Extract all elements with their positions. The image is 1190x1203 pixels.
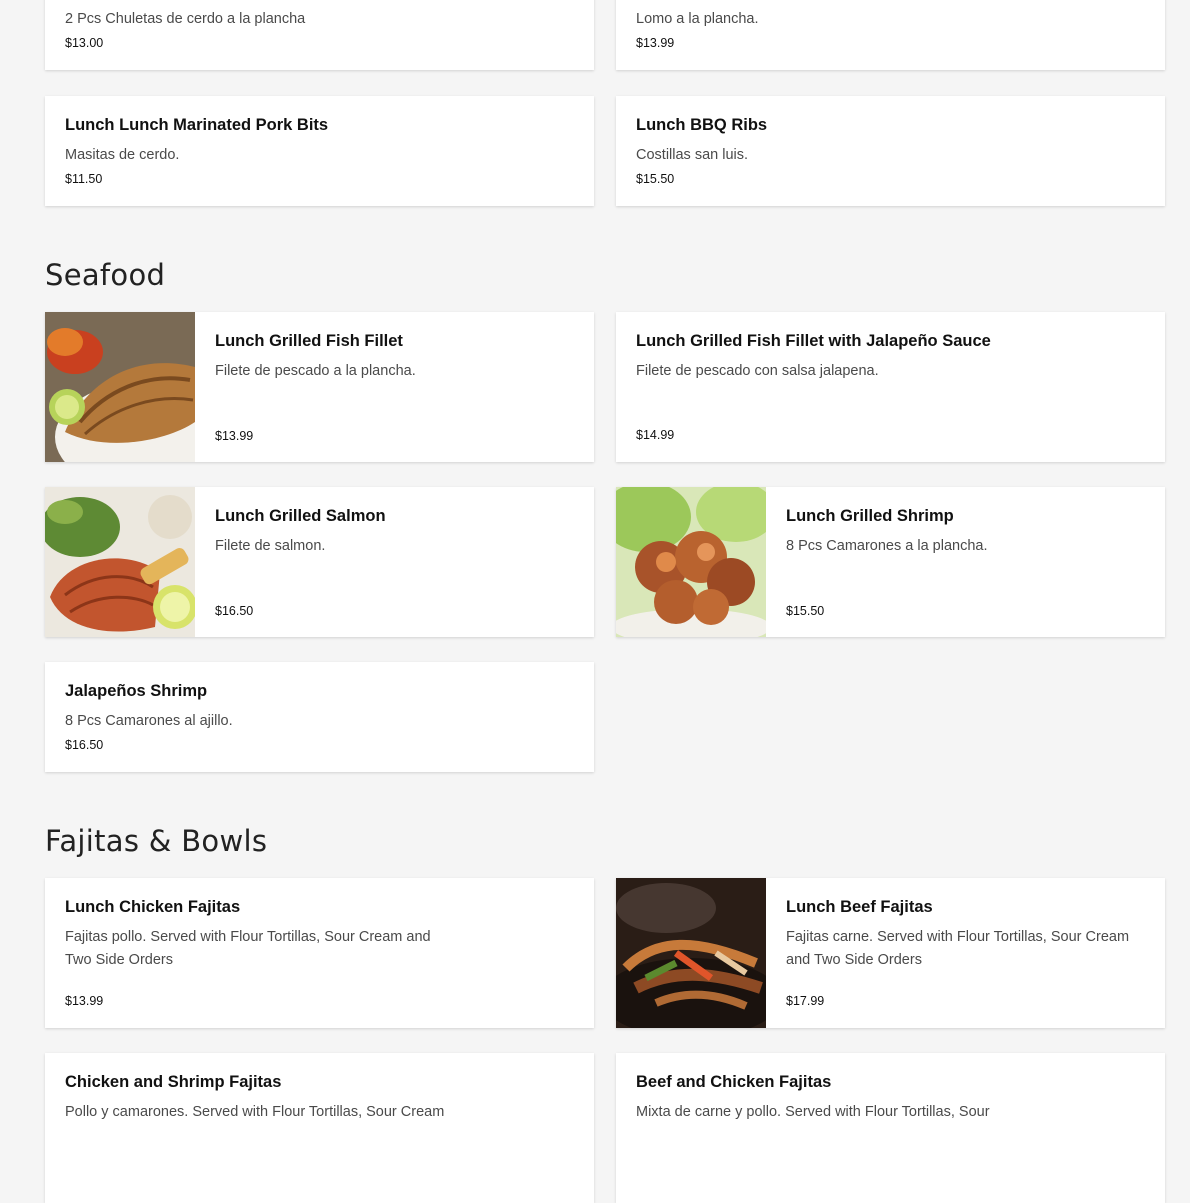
- menu-item-card[interactable]: Beef and Chicken Fajitas Mixta de carne …: [616, 1053, 1165, 1203]
- item-description: 2 Pcs Chuletas de cerdo a la plancha: [65, 11, 306, 27]
- item-price: $13.00: [65, 36, 104, 50]
- grilled-shrimp-photo: [616, 487, 766, 637]
- item-price: $14.99: [636, 428, 675, 442]
- item-description: Fajitas pollo. Served with Flour Tortill…: [65, 929, 431, 968]
- item-price: $17.99: [786, 994, 825, 1008]
- item-description: 8 Pcs Camarones al ajillo.: [65, 713, 233, 729]
- item-price: $15.50: [786, 604, 825, 618]
- item-price: $13.99: [636, 36, 675, 50]
- menu-item-card[interactable]: Lunch Grilled Salmon Filete de salmon. $…: [45, 487, 594, 637]
- item-description: Filete de salmon.: [215, 538, 326, 554]
- grilled-salmon-photo: [45, 487, 195, 637]
- item-title: Jalapeños Shrimp: [65, 682, 208, 700]
- item-title: Lunch Beef Fajitas: [786, 898, 933, 916]
- menu-item-card[interactable]: Lunch Chicken Fajitas Fajitas pollo. Ser…: [45, 878, 594, 1028]
- menu-item-card[interactable]: Lomo a la plancha. $13.99: [616, 0, 1165, 70]
- item-price: $16.50: [215, 604, 254, 618]
- menu-item-card[interactable]: Jalapeños Shrimp 8 Pcs Camarones al ajil…: [45, 662, 594, 772]
- item-title: Lunch Grilled Salmon: [215, 507, 386, 525]
- item-description: Lomo a la plancha.: [636, 11, 759, 27]
- item-title: Lunch Grilled Shrimp: [786, 507, 954, 525]
- item-description: Costillas san luis.: [636, 147, 749, 163]
- menu-item-card[interactable]: Lunch Grilled Fish Fillet Filete de pesc…: [45, 312, 594, 462]
- menu-item-card[interactable]: Lunch Grilled Fish Fillet with Jalapeño …: [616, 312, 1165, 462]
- section-heading-fajitas: Fajitas & Bowls: [45, 824, 268, 858]
- item-title: Lunch Grilled Fish Fillet: [215, 332, 403, 350]
- item-title: Lunch Lunch Marinated Pork Bits: [65, 116, 329, 134]
- item-price: $13.99: [215, 429, 254, 443]
- item-title: Lunch Grilled Fish Fillet with Jalapeño …: [636, 332, 991, 350]
- item-price: $13.99: [65, 994, 104, 1008]
- item-description: Masitas de cerdo.: [65, 147, 180, 163]
- item-title: Beef and Chicken Fajitas: [636, 1073, 832, 1091]
- menu-item-card[interactable]: Lunch BBQ Ribs Costillas san luis. $15.5…: [616, 96, 1165, 206]
- menu-item-card[interactable]: 2 Pcs Chuletas de cerdo a la plancha $13…: [45, 0, 594, 70]
- item-title: Lunch Chicken Fajitas: [65, 898, 241, 916]
- grilled-fish-fillet-photo: [45, 312, 195, 462]
- menu-item-card[interactable]: Lunch Grilled Shrimp 8 Pcs Camarones a l…: [616, 487, 1165, 637]
- item-description: Filete de pescado con salsa jalapena.: [636, 363, 879, 379]
- item-description: Fajitas carne. Served with Flour Tortill…: [786, 929, 1130, 968]
- item-title: Chicken and Shrimp Fajitas: [65, 1073, 282, 1091]
- item-description: Filete de pescado a la plancha.: [215, 363, 416, 379]
- item-price: $11.50: [65, 172, 103, 186]
- item-description: 8 Pcs Camarones a la plancha.: [786, 538, 988, 554]
- item-price: $16.50: [65, 738, 104, 752]
- menu-item-card[interactable]: Chicken and Shrimp Fajitas Pollo y camar…: [45, 1053, 594, 1203]
- beef-fajitas-photo: [616, 878, 766, 1028]
- item-title: Lunch BBQ Ribs: [636, 116, 768, 134]
- section-heading-seafood: Seafood: [45, 258, 166, 292]
- item-price: $15.50: [636, 172, 675, 186]
- menu-item-card[interactable]: Lunch Lunch Marinated Pork Bits Masitas …: [45, 96, 594, 206]
- menu-item-card[interactable]: Lunch Beef Fajitas Fajitas carne. Served…: [616, 878, 1165, 1028]
